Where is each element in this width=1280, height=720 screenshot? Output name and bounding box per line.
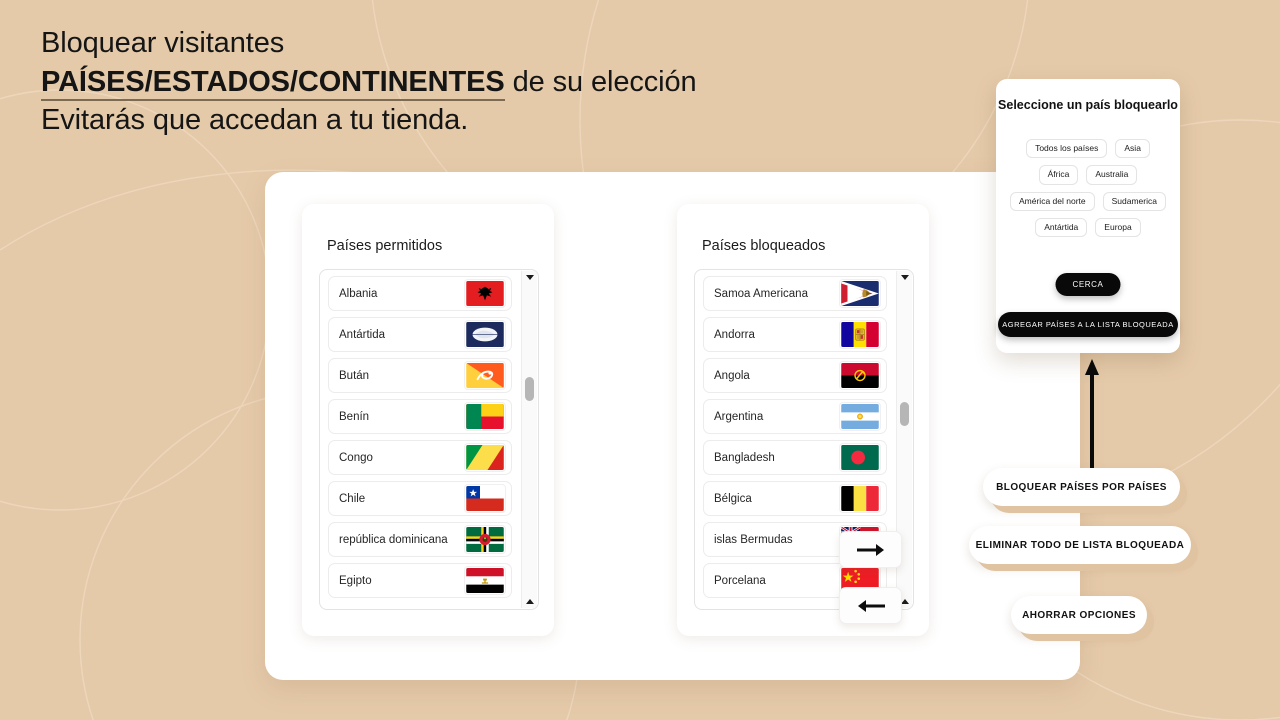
country-name: Congo — [339, 451, 373, 464]
headline-line-3: Evitarás que accedan a tu tienda. — [41, 104, 469, 137]
page-headline: Bloquear visitantes PAÍSES/ESTADOS/CONTI… — [41, 24, 861, 140]
country-row[interactable]: Andorra — [703, 317, 887, 352]
chile-flag — [465, 485, 505, 512]
popup-title: Seleccione un país bloquearlo — [998, 98, 1178, 112]
country-row[interactable]: república dominicana — [328, 522, 512, 557]
scrollbar-thumb[interactable] — [900, 402, 909, 426]
country-row[interactable]: Bután — [328, 358, 512, 393]
belgium-flag — [840, 485, 880, 512]
country-row[interactable]: Egipto — [328, 563, 512, 598]
popup-add-countries-button[interactable]: AGREGAR PAÍSES A LA LISTA BLOQUEADA — [998, 312, 1178, 337]
scroll-up-icon[interactable] — [525, 599, 534, 604]
continent-chip[interactable]: América del norte — [1010, 191, 1095, 212]
dominica-flag — [465, 526, 505, 553]
blocked-panel-title: Países bloqueados — [702, 238, 826, 254]
continent-chip[interactable]: África — [1038, 165, 1079, 185]
american-samoa-flag — [840, 280, 880, 307]
benin-flag — [465, 403, 505, 430]
allowed-countries-panel: Países permitidos Albania Antártida Bután B… — [302, 204, 554, 636]
continent-chip[interactable]: Antártida — [1035, 218, 1088, 238]
move-to-blocked-button[interactable] — [839, 531, 902, 568]
select-country-popup: Seleccione un país bloquearlo Todos los … — [996, 79, 1180, 353]
angola-flag — [840, 362, 880, 389]
headline-line-2: PAÍSES/ESTADOS/CONTINENTES de su elecció… — [41, 63, 861, 102]
egypt-flag — [465, 567, 505, 594]
country-row[interactable]: Benín — [328, 399, 512, 434]
country-name: Bélgica — [714, 492, 752, 505]
argentina-flag — [840, 403, 880, 430]
country-name: Porcelana — [714, 574, 766, 587]
continent-chip[interactable]: Sudamerica — [1102, 191, 1166, 212]
country-name: Albania — [339, 287, 378, 300]
callout-block-by-country[interactable]: BLOQUEAR PAÍSES POR PAÍSES — [983, 468, 1180, 506]
arrow-right-icon — [856, 543, 884, 556]
continent-chip[interactable]: Todos los países — [1026, 139, 1108, 159]
allowed-list-scrollbar[interactable] — [521, 271, 537, 608]
main-panel: Países permitidos Albania Antártida Bután B… — [265, 172, 1080, 680]
country-name: Antártida — [339, 328, 386, 341]
congo-flag — [465, 444, 505, 471]
move-to-allowed-button[interactable] — [839, 587, 902, 624]
continent-chip[interactable]: Asia — [1115, 139, 1150, 159]
antarctica-flag — [465, 321, 505, 348]
allowed-panel-title: Países permitidos — [327, 238, 443, 254]
country-row[interactable]: Bangladesh — [703, 440, 887, 475]
headline-emphasis: PAÍSES/ESTADOS/CONTINENTES — [41, 65, 505, 101]
country-row[interactable]: Bélgica — [703, 481, 887, 516]
scroll-down-icon[interactable] — [900, 275, 909, 280]
country-name: Samoa Americana — [714, 287, 808, 300]
continent-chip[interactable]: Europa — [1095, 218, 1141, 238]
blocked-countries-panel: Países bloqueados Samoa Americana Andorra… — [677, 204, 929, 636]
country-name: Bangladesh — [714, 451, 775, 464]
continent-chip[interactable]: Australia — [1086, 165, 1138, 185]
country-name: islas Bermudas — [714, 533, 793, 546]
country-name: Angola — [714, 369, 750, 382]
country-name: Argentina — [714, 410, 764, 423]
country-row[interactable]: Chile — [328, 481, 512, 516]
country-name: Bután — [339, 369, 370, 382]
continent-chip-group: Todos los países Asia África Australia Améri… — [1004, 139, 1172, 238]
headline-line-1: Bloquear visitantes — [41, 27, 285, 59]
albania-flag — [465, 280, 505, 307]
scrollbar-thumb[interactable] — [525, 377, 534, 401]
callout-remove-all-blocked[interactable]: ELIMINAR TODO DE LISTA BLOQUEADA — [969, 526, 1191, 564]
allowed-countries-listbox[interactable]: Albania Antártida Bután Benín Congo Chile repú… — [319, 269, 539, 610]
bangladesh-flag — [840, 444, 880, 471]
popup-close-button[interactable]: CERCA — [1055, 273, 1121, 296]
country-name: Benín — [339, 410, 370, 423]
country-row[interactable]: Antártida — [328, 317, 512, 352]
country-name: república dominicana — [339, 533, 448, 546]
country-row[interactable]: Samoa Americana — [703, 276, 887, 311]
callout-save-options[interactable]: AHORRAR OPCIONES — [1011, 596, 1147, 634]
scroll-down-icon[interactable] — [525, 275, 534, 280]
country-name: Chile — [339, 492, 366, 505]
bhutan-flag — [465, 362, 505, 389]
country-name: Andorra — [714, 328, 755, 341]
andorra-flag — [840, 321, 880, 348]
country-row[interactable]: Argentina — [703, 399, 887, 434]
arrow-left-icon — [857, 599, 885, 612]
country-row[interactable]: Congo — [328, 440, 512, 475]
allowed-countries-list[interactable]: Albania Antártida Bután Benín Congo Chile repú… — [320, 270, 520, 609]
country-row[interactable]: Angola — [703, 358, 887, 393]
headline-line-2-rest: de su elección — [504, 65, 697, 98]
country-name: Egipto — [339, 574, 372, 587]
country-row[interactable]: Albania — [328, 276, 512, 311]
